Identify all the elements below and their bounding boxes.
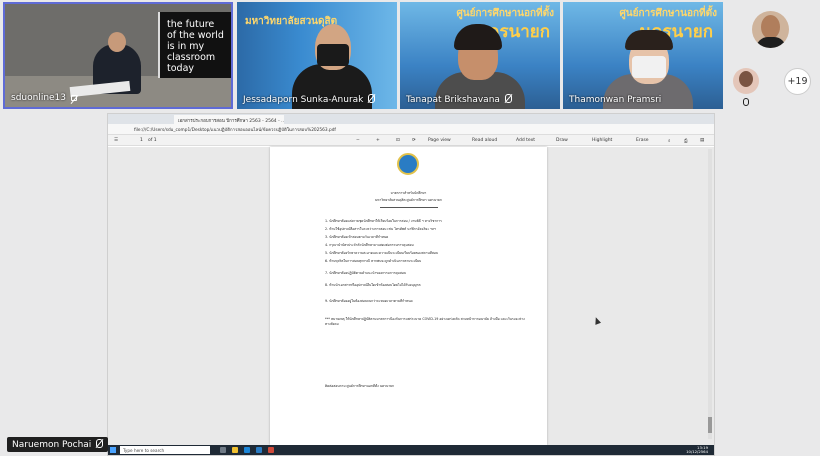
browser-tabbar: เอกสารประกอบการสอน ปีการศึกษา 2563 - 256…: [108, 114, 714, 124]
face-mask: [317, 44, 349, 66]
pdf-viewer: มาตรการสำหรับนักศึกษา มหาวิทยาลัยสวนดุสิ…: [108, 147, 714, 445]
pdf-note: *** หมายเหตุ ให้นักศึกษาปฏิบัติตามมาตรกา…: [325, 317, 525, 326]
save-icon[interactable]: ▤: [700, 138, 704, 143]
pdf-contact: ติดต่อสอบถาม ศูนย์การศึกษานอกที่ตั้ง นคร…: [325, 384, 395, 388]
video-tile-tanapat[interactable]: ศูนย์การศึกษานอกที่ตั้ง นครนายก Tanapat …: [400, 2, 560, 109]
avatar-face: [761, 15, 780, 39]
mic-muted-icon: [743, 98, 749, 106]
windows-start-icon[interactable]: [110, 447, 116, 453]
zoom-out-icon[interactable]: −: [356, 138, 360, 143]
tile-name-tanapat: Tanapat Brikshavana: [406, 94, 512, 105]
rotate-icon[interactable]: ⟳: [412, 138, 416, 143]
video-tile-jessadaporn[interactable]: มหาวิทยาลัยสวนดุสิต Jessadaporn Sunka-An…: [237, 2, 397, 109]
taskbar-clock[interactable]: 13:19 10/12/2564: [686, 446, 708, 454]
print-icon[interactable]: ⎙: [684, 138, 688, 144]
board-line: is in my: [167, 41, 205, 52]
pdf-item: 6. ห้ามทุจริตในการสอบทุกกรณี หากพบจะถูกด…: [325, 259, 422, 263]
zoom-app-icon[interactable]: [256, 447, 262, 453]
pdf-item: 4. กรุณานำบัตรประจำตัวนักศึกษามาแสดงต่อก…: [325, 243, 414, 247]
avatar-body: [756, 37, 786, 48]
pdf-item: 5. นักศึกษาต้องรักษาความสะอาดและความเป็น…: [325, 251, 438, 255]
file-explorer-icon[interactable]: [232, 447, 238, 453]
highlight-button[interactable]: Highlight: [592, 138, 612, 143]
toc-icon[interactable]: ☰: [114, 138, 118, 143]
pdf-item: 3. นักศึกษาต้องเข้าสอบตามวันเวลาที่กำหนด: [325, 235, 389, 239]
pdf-item: 8. ห้ามนำเอกสารหรืออุปกรณ์อื่นใดเข้าห้อง…: [325, 283, 421, 287]
address-bar[interactable]: file:///C:/Users/sdu_comp1/Desktop/แนวปฏ…: [108, 124, 714, 135]
mouse-cursor-icon: [592, 316, 602, 325]
windows-taskbar: Type here to search 13:19 10/12/2564: [108, 445, 714, 455]
divider: [380, 207, 438, 208]
pdf-subheader: มหาวิทยาลัยสวนดุสิต ศูนย์การศึกษา นครนาย…: [375, 198, 442, 202]
pdf-page: มาตรการสำหรับนักศึกษา มหาวิทยาลัยสวนดุสิ…: [270, 147, 547, 445]
board-line: today: [167, 63, 195, 74]
participant-hair: [625, 30, 673, 50]
shared-screen: เอกสารประกอบการสอน ปีการศึกษา 2563 - 256…: [107, 113, 715, 456]
url-text[interactable]: file:///C:/Users/sdu_comp1/Desktop/แนวปฏ…: [134, 126, 614, 133]
participant-avatar[interactable]: [733, 68, 759, 94]
fit-page-icon[interactable]: ⊡: [396, 138, 400, 143]
tile-name-jessadaporn: Jessadaporn Sunka-Anurak: [243, 94, 376, 105]
video-tile-thamonwan[interactable]: ศูนย์การศึกษานอกที่ตั้ง นครนายก Thamonwa…: [563, 2, 723, 109]
pdf-toolbar: ☰ 1 of 1 − + ⊡ ⟳ Page view Read aloud Ad…: [108, 135, 714, 146]
erase-button[interactable]: Erase: [636, 138, 649, 143]
add-text-button[interactable]: Add text: [516, 138, 535, 143]
pdf-app-icon[interactable]: [268, 447, 274, 453]
edge-icon[interactable]: [244, 447, 250, 453]
tile-name-presenter: sduonline13: [11, 93, 78, 103]
scroll-thumb[interactable]: [708, 417, 712, 433]
mic-muted-icon: [96, 439, 104, 448]
search-icon[interactable]: ⌕: [668, 138, 671, 144]
pdf-item: 7. นักศึกษาต้องปฏิบัติตามคำแนะนำของกรรมก…: [325, 271, 406, 275]
self-view-name: Naruemon Pochai: [7, 437, 109, 452]
meeting-screen: the future of the world is in my classro…: [0, 0, 820, 456]
browser-tab[interactable]: [110, 115, 172, 124]
participant-avatar[interactable]: [752, 11, 789, 48]
video-tile-presenter[interactable]: the future of the world is in my classro…: [3, 2, 233, 109]
board-line: of the world: [167, 30, 224, 41]
university-seal-icon: [397, 153, 419, 175]
pdf-item: 1. นักศึกษาต้องแต่งกายชุดนักศึกษาให้เรีย…: [325, 219, 442, 223]
page-view-button[interactable]: Page view: [428, 138, 451, 143]
more-participants-button[interactable]: +19: [784, 68, 811, 95]
pdf-scrollbar[interactable]: [708, 149, 712, 439]
tv-board: the future of the world is in my classro…: [158, 12, 231, 78]
page-count: of 1: [148, 138, 157, 143]
taskbar-search-input[interactable]: Type here to search: [120, 446, 210, 454]
zoom-in-icon[interactable]: +: [376, 138, 380, 143]
draw-button[interactable]: Draw: [556, 138, 568, 143]
mic-muted-icon: [368, 94, 376, 103]
tile-name-thamonwan: Thamonwan Pramsri: [569, 95, 662, 105]
board-line: classroom: [167, 52, 216, 63]
pdf-item: 2. ห้ามใช้อุปกรณ์สื่อสารในระหว่างการสอบ …: [325, 227, 436, 231]
board-line: the future: [167, 19, 215, 30]
avatar-face: [739, 71, 753, 87]
mic-muted-icon: [504, 94, 512, 103]
read-aloud-button[interactable]: Read aloud: [472, 138, 497, 143]
face-mask: [632, 56, 666, 78]
page-indicator[interactable]: 1: [140, 138, 143, 143]
date: 10/12/2564: [686, 449, 708, 454]
pin-icon: [71, 95, 78, 101]
task-view-icon[interactable]: [220, 447, 226, 453]
browser-tab-active[interactable]: เอกสารประกอบการสอน ปีการศึกษา 2563 - 256…: [174, 115, 284, 124]
pdf-item: 9. นักศึกษาต้องอยู่ในห้องสอบจนกว่าจะหมดเ…: [325, 299, 413, 303]
pdf-header: มาตรการสำหรับนักศึกษา: [390, 191, 427, 195]
